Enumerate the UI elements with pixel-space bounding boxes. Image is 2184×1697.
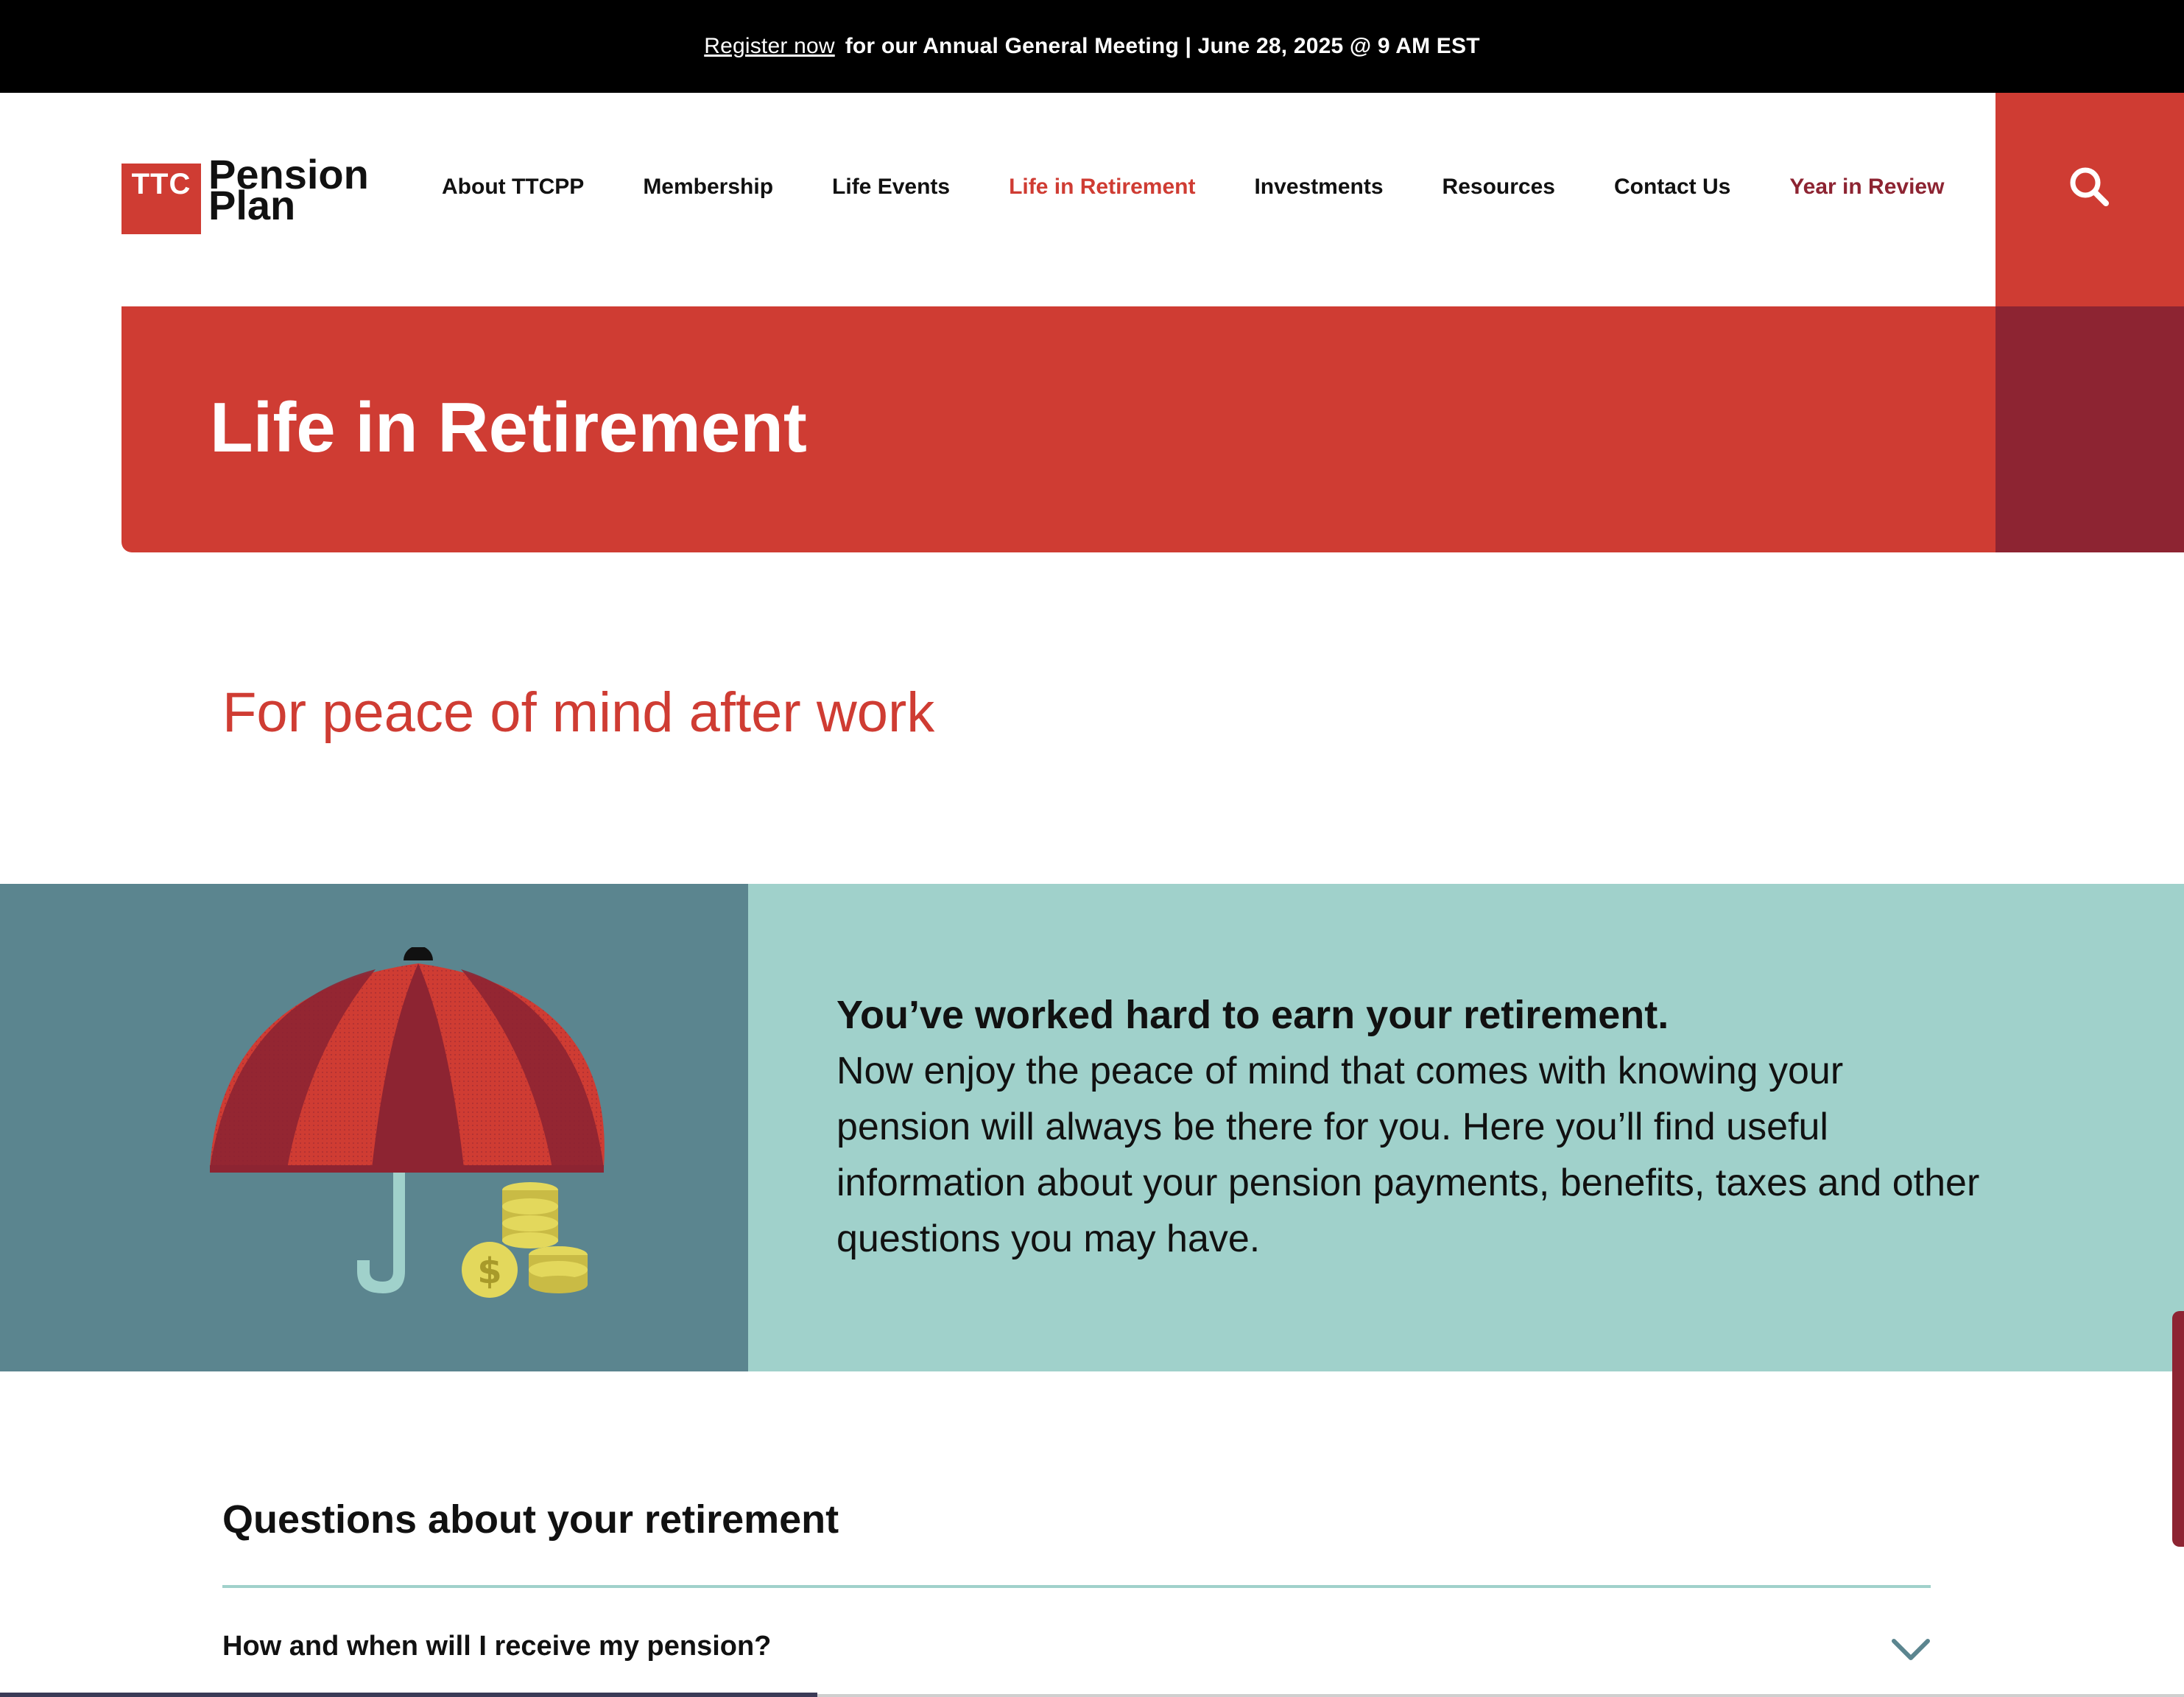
- page-bottom-edge: [817, 1694, 2184, 1697]
- search-panel: [1995, 93, 2184, 306]
- faq-item[interactable]: How and when will I receive my pension?: [222, 1628, 1931, 1679]
- site-header: TTC Pension Plan About TTCPP Membership …: [0, 93, 2184, 306]
- main-nav: About TTCPP Membership Life Events Life …: [442, 93, 1944, 281]
- search-button[interactable]: [2063, 161, 2116, 214]
- feature-content: You’ve worked hard to earn your retireme…: [836, 987, 1985, 1267]
- questions-heading: Questions about your retirement: [222, 1497, 839, 1542]
- logo-wordmark: Pension Plan: [208, 154, 369, 226]
- nav-membership[interactable]: Membership: [643, 175, 773, 200]
- hero-accent-block: [1995, 306, 2184, 552]
- page-title: Life in Retirement: [210, 388, 807, 467]
- chevron-down-icon[interactable]: [1891, 1637, 1931, 1663]
- nav-about-ttcpp[interactable]: About TTCPP: [442, 175, 584, 200]
- feature-title: You’ve worked hard to earn your retireme…: [836, 993, 1669, 1037]
- svg-text:$: $: [477, 1251, 501, 1292]
- site-logo[interactable]: TTC Pension Plan: [121, 154, 369, 234]
- announcement-text: for our Annual General Meeting | June 28…: [845, 34, 1480, 58]
- nav-contact-us[interactable]: Contact Us: [1614, 175, 1730, 200]
- nav-investments[interactable]: Investments: [1254, 175, 1383, 200]
- scroll-progress-bar: [0, 1693, 817, 1697]
- announcement-bar: Register now for our Annual General Meet…: [0, 0, 2184, 93]
- page-hero: Life in Retirement: [121, 306, 1995, 552]
- register-now-link[interactable]: Register now: [704, 34, 834, 59]
- faq-question: How and when will I receive my pension?: [222, 1631, 772, 1662]
- questions-divider: [222, 1585, 1931, 1588]
- nav-life-events[interactable]: Life Events: [832, 175, 950, 200]
- feature-body: Now enjoy the peace of mind that comes w…: [836, 1050, 1980, 1260]
- side-feedback-tab[interactable]: [2172, 1311, 2184, 1547]
- nav-year-in-review[interactable]: Year in Review: [1789, 175, 1944, 200]
- search-icon: [2070, 167, 2109, 206]
- umbrella-coins-icon: $: [210, 947, 605, 1298]
- intro-subheading: For peace of mind after work: [222, 681, 935, 744]
- nav-resources[interactable]: Resources: [1443, 175, 1555, 200]
- nav-life-in-retirement[interactable]: Life in Retirement: [1009, 175, 1195, 200]
- logo-badge: TTC: [121, 164, 201, 234]
